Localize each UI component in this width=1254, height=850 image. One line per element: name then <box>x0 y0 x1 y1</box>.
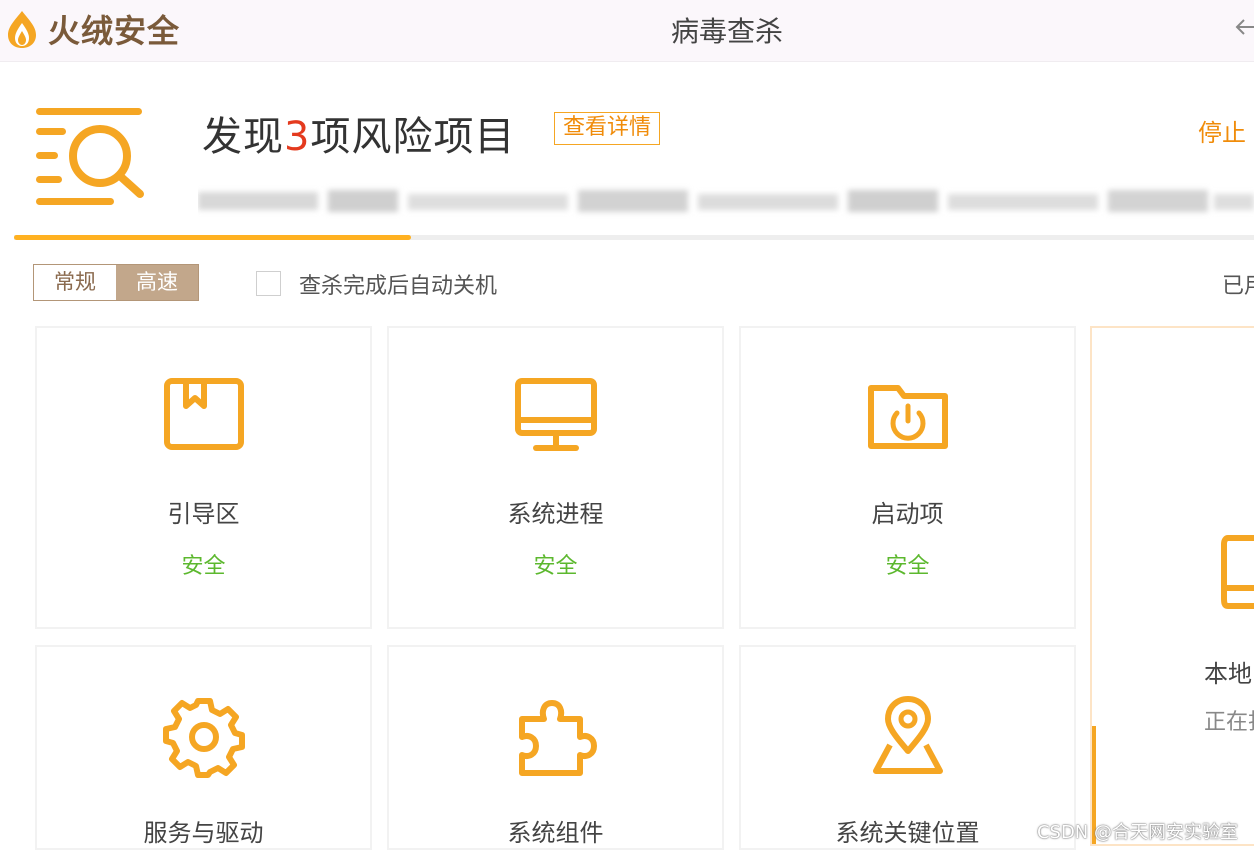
auto-shutdown-checkbox[interactable] <box>256 271 281 296</box>
card-title: 服务与驱动 <box>143 819 264 847</box>
monitor-icon <box>514 376 598 460</box>
hard-disk-icon <box>1220 534 1254 618</box>
scanning-file-path <box>198 180 1254 224</box>
card-title: 引导区 <box>167 500 240 528</box>
card-startup-items[interactable]: 启动项 安全 <box>739 326 1076 629</box>
card-title: 系统组件 <box>507 819 604 847</box>
startup-folder-icon <box>866 376 950 460</box>
scan-progress-fill <box>14 235 411 240</box>
boot-sector-icon <box>162 376 246 460</box>
scan-mode-toggle: 常规 高速 <box>33 264 199 301</box>
card-title: 启动项 <box>871 500 944 528</box>
map-pin-icon <box>866 695 950 779</box>
card-status: 安全 <box>533 554 578 579</box>
mode-normal-button[interactable]: 常规 <box>34 265 116 300</box>
card-status: 安全 <box>181 554 226 579</box>
elapsed-time-label: 已用 <box>1222 274 1254 299</box>
card-boot-sector[interactable]: 引导区 安全 <box>35 326 372 629</box>
card-services-drivers[interactable]: 服务与驱动 <box>35 645 372 850</box>
card-title: 系统关键位置 <box>835 819 980 847</box>
card-system-components[interactable]: 系统组件 <box>387 645 724 850</box>
card-title: 本地 <box>1204 660 1252 688</box>
headline-prefix: 发现 <box>202 114 284 160</box>
watermark: CSDN @合天网安实验室 <box>1036 822 1238 843</box>
card-title: 系统进程 <box>507 500 604 528</box>
stop-button[interactable]: 停止 <box>1198 113 1246 148</box>
puzzle-icon <box>514 695 598 779</box>
title-bar: 火绒安全 病毒查杀 <box>0 0 1254 62</box>
risk-count: 3 <box>284 114 311 160</box>
window-title: 病毒查杀 <box>670 15 783 48</box>
back-icon[interactable] <box>1232 14 1254 40</box>
scan-magnifier-icon <box>32 104 146 212</box>
mode-fast-button[interactable]: 高速 <box>116 265 198 300</box>
card-system-process[interactable]: 系统进程 安全 <box>387 326 724 629</box>
auto-shutdown-label: 查杀完成后自动关机 <box>299 274 498 299</box>
card-status: 正在扫 <box>1204 710 1254 735</box>
card-key-system-locations[interactable]: 系统关键位置 <box>739 645 1076 850</box>
headline-suffix: 项风险项目 <box>310 114 516 160</box>
gear-icon <box>162 695 246 779</box>
card-local-disk[interactable]: 本地 正在扫 <box>1090 326 1254 846</box>
view-details-button[interactable]: 查看详情 <box>554 112 661 145</box>
card-status: 安全 <box>885 554 930 579</box>
scan-result-headline: 发现3项风险项目 <box>202 104 515 162</box>
